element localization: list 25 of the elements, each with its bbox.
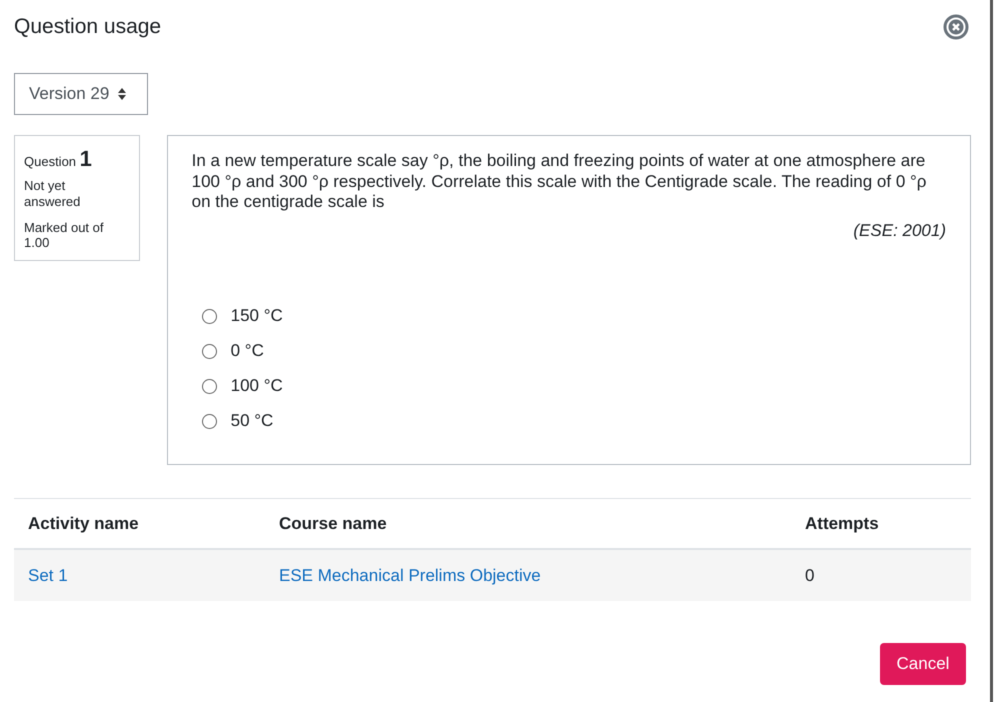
radio-button[interactable] [202,378,217,394]
option-label: 0 °C [230,341,264,362]
marks-text: Marked out of 1.00 [24,220,104,251]
radio-button[interactable] [202,308,217,324]
table-cell: 0 [805,566,814,585]
column-header: Course name [279,514,387,533]
question-label: Question [24,154,76,169]
dialog-title: Question usage [14,14,162,40]
option-label: 100 °C [230,376,283,397]
radio-button[interactable] [202,414,217,429]
question-state: Not yet answered [24,178,82,210]
course-link[interactable]: ESE Mechanical Prelims Objective [279,566,541,585]
close-icon[interactable] [943,14,969,40]
option-label: 50 °C [230,411,274,432]
option-label: 150 °C [230,306,283,327]
sort-caret-icon [117,87,128,101]
column-header: Activity name [28,514,139,533]
column-header: Attempts [805,514,879,533]
question-number: 1 [80,146,92,171]
cancel-button[interactable]: Cancel [880,643,966,685]
question-source: (ESE: 2001) [853,221,946,240]
version-select[interactable]: Version 29 [14,73,148,115]
question-text: In a new temperature scale say °ρ, the boiling and freezing points of water at one atmosphere are 100 °ρ and 300 °ρ respectively. Correlate this scale with the Centigrade scale. The reading of 0 °ρ on the centigrade scale is [192,151,927,214]
activity-link[interactable]: Set 1 [28,566,68,585]
radio-button[interactable] [202,344,217,359]
